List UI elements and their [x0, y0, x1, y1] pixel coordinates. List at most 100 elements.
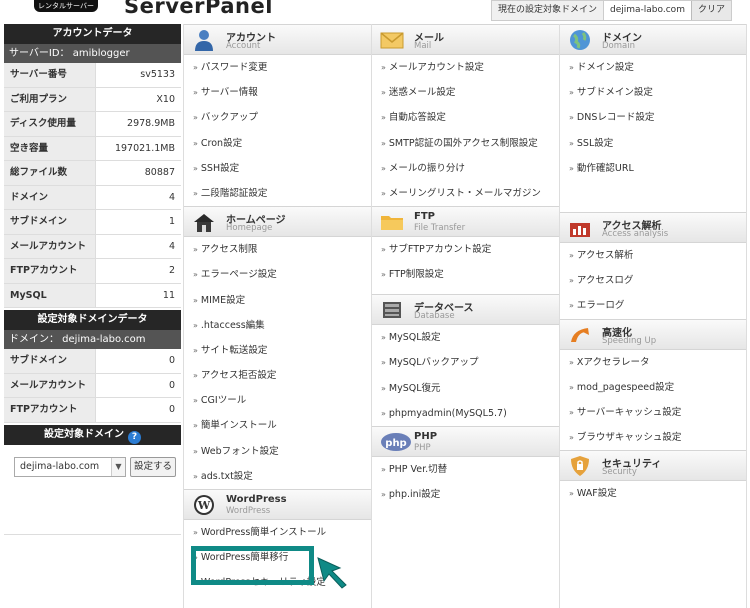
- menu-item[interactable]: » FTP制限設定: [372, 262, 559, 287]
- menu-item-label: ブラウザキャッシュ設定: [576, 432, 682, 444]
- chevron-right-icon: »: [569, 163, 574, 173]
- menu-item[interactable]: » ads.txt設定: [184, 464, 371, 489]
- analytics-icon: [570, 223, 590, 237]
- chevron-right-icon: »: [193, 163, 198, 173]
- menu-item[interactable]: » サーバー情報: [184, 80, 371, 105]
- logo[interactable]: ServerPanel: [124, 0, 273, 18]
- chevron-right-icon: »: [569, 301, 574, 311]
- menu-item-label: 自動応答設定: [388, 112, 446, 124]
- chevron-right-icon: »: [381, 464, 386, 474]
- menu-item[interactable]: » SSL設定: [560, 131, 746, 156]
- current-domain-label: 現在の設定対象ドメイン: [492, 1, 605, 20]
- menu-item[interactable]: » MIME設定: [184, 288, 371, 313]
- menu-item-label: DNSレコード設定: [576, 112, 655, 124]
- chevron-right-icon: »: [193, 471, 198, 481]
- set-domain-button[interactable]: 設定する: [130, 456, 176, 477]
- menu-item[interactable]: » Webフォント設定: [184, 439, 371, 464]
- menu-item[interactable]: » ドメイン設定: [560, 55, 746, 80]
- menu-item[interactable]: » メールアカウント設定: [372, 55, 559, 80]
- sidebar-data-key: ディスク使用量: [4, 112, 95, 136]
- menu-item[interactable]: » php.ini設定: [372, 482, 559, 507]
- menu-item[interactable]: » サイト転送設定: [184, 338, 371, 363]
- chevron-right-icon: »: [569, 113, 574, 123]
- menu-item-label: .htaccess編集: [200, 319, 265, 331]
- menu-item-label: WAF設定: [576, 488, 617, 500]
- menu-item[interactable]: » 簡単インストール: [184, 413, 371, 438]
- menu-item[interactable]: » エラーページ設定: [184, 262, 371, 287]
- menu-item-label: パスワード変更: [200, 62, 268, 73]
- menu-item[interactable]: » CGIツール: [184, 388, 371, 413]
- menu-item[interactable]: » アクセス解析: [560, 243, 746, 268]
- chevron-right-icon: »: [381, 270, 386, 280]
- domain-select-title: 設定対象ドメイン?: [4, 424, 181, 445]
- section-php-list: » PHP Ver.切替» php.ini設定: [372, 457, 559, 507]
- menu-item[interactable]: » 動作確認URL: [560, 156, 746, 181]
- menu-item-label: アクセス制限: [200, 244, 258, 256]
- section-subtitle: WordPress: [226, 506, 271, 516]
- chevron-right-icon: »: [569, 433, 574, 443]
- menu-item[interactable]: » パスワード変更: [184, 55, 371, 80]
- menu-item[interactable]: » DNSレコード設定: [560, 105, 746, 130]
- menu-item[interactable]: » サブドメイン設定: [560, 80, 746, 105]
- sidebar-data-key: ご利用プラン: [4, 87, 95, 111]
- menu-item[interactable]: » アクセス拒否設定: [184, 363, 371, 388]
- menu-item[interactable]: » メーリングリスト・メールマガジン: [372, 181, 559, 206]
- menu-item-label: FTP制限設定: [388, 269, 444, 281]
- menu-item[interactable]: » 迷惑メール設定: [372, 80, 559, 105]
- menu-item[interactable]: » .htaccess編集: [184, 313, 371, 338]
- menu-item[interactable]: » Xアクセラレータ: [560, 350, 746, 375]
- chevron-right-icon: »: [381, 163, 386, 173]
- menu-item-label: Cron設定: [200, 137, 243, 149]
- domain-select[interactable]: dejima-labo.com ▼: [14, 456, 126, 477]
- menu-item[interactable]: » SMTP認証の国外アクセス制限設定: [372, 131, 559, 156]
- menu-item[interactable]: » PHP Ver.切替: [372, 457, 559, 482]
- menu-item[interactable]: » mod_pagespeed設定: [560, 375, 746, 400]
- chevron-right-icon: »: [569, 276, 574, 286]
- menu-item[interactable]: » MySQLバックアップ: [372, 350, 559, 375]
- menu-item[interactable]: » サブFTPアカウント設定: [372, 237, 559, 262]
- database-icon: [383, 302, 401, 319]
- menu-item[interactable]: » バックアップ: [184, 105, 371, 130]
- chevron-right-icon: »: [381, 245, 386, 255]
- menu-item[interactable]: » アクセスログ: [560, 268, 746, 293]
- section-title: WordPress: [226, 494, 287, 505]
- chevron-right-icon: »: [193, 446, 198, 456]
- menu-item[interactable]: » サーバーキャッシュ設定: [560, 400, 746, 425]
- menu-item[interactable]: » アクセス制限: [184, 237, 371, 262]
- menu-item[interactable]: » ブラウザキャッシュ設定: [560, 425, 746, 450]
- chevron-right-icon: »: [381, 63, 386, 72]
- menu-item[interactable]: » MySQL復元: [372, 376, 559, 401]
- clear-button[interactable]: クリア: [690, 1, 731, 20]
- menu-item[interactable]: » MySQL設定: [372, 325, 559, 350]
- menu-item[interactable]: » メールの振り分け: [372, 156, 559, 181]
- help-icon[interactable]: ?: [128, 430, 141, 444]
- menu-item-label: MySQLバックアップ: [388, 357, 479, 369]
- menu-item[interactable]: » 二段階認証設定: [184, 181, 371, 206]
- sidebar-data-row: FTPアカウント 2: [4, 259, 181, 284]
- sidebar-data-value: 2978.9MB: [95, 112, 181, 136]
- menu-item[interactable]: » エラーログ: [560, 293, 746, 318]
- sidebar-data-key: FTPアカウント: [4, 398, 95, 422]
- menu-item[interactable]: » WordPress簡単インストール: [184, 520, 371, 545]
- sidebar-data-row: MySQL 11: [4, 283, 181, 308]
- section-domain-header: ドメイン Domain: [560, 24, 746, 55]
- menu-item[interactable]: » phpmyadmin(MySQL5.7): [372, 401, 559, 426]
- chevron-right-icon: »: [193, 421, 198, 431]
- section-ftp-list: » サブFTPアカウント設定» FTP制限設定: [372, 237, 559, 294]
- menu-item[interactable]: » SSH設定: [184, 156, 371, 181]
- menu-item[interactable]: » WAF設定: [560, 481, 746, 506]
- section-account-list: » パスワード変更» サーバー情報» バックアップ» Cron設定» SSH設定» 二段階認…: [184, 55, 371, 206]
- chevron-right-icon: »: [193, 88, 198, 98]
- menu-item[interactable]: » 自動応答設定: [372, 105, 559, 130]
- chevron-right-icon: »: [569, 251, 574, 260]
- menu-item-label: MySQL設定: [388, 332, 441, 344]
- envelope-icon: [380, 32, 404, 49]
- sidebar-data-row: サブドメイン 1: [4, 210, 181, 235]
- menu-item-label: エラーログ: [576, 300, 625, 312]
- shield-icon: [571, 456, 589, 477]
- menu-item-label: phpmyadmin(MySQL5.7): [388, 407, 507, 419]
- section-subtitle: File Transfer: [414, 223, 466, 234]
- chevron-right-icon: »: [193, 295, 198, 305]
- chevron-right-icon: »: [381, 113, 386, 123]
- menu-item[interactable]: » Cron設定: [184, 131, 371, 156]
